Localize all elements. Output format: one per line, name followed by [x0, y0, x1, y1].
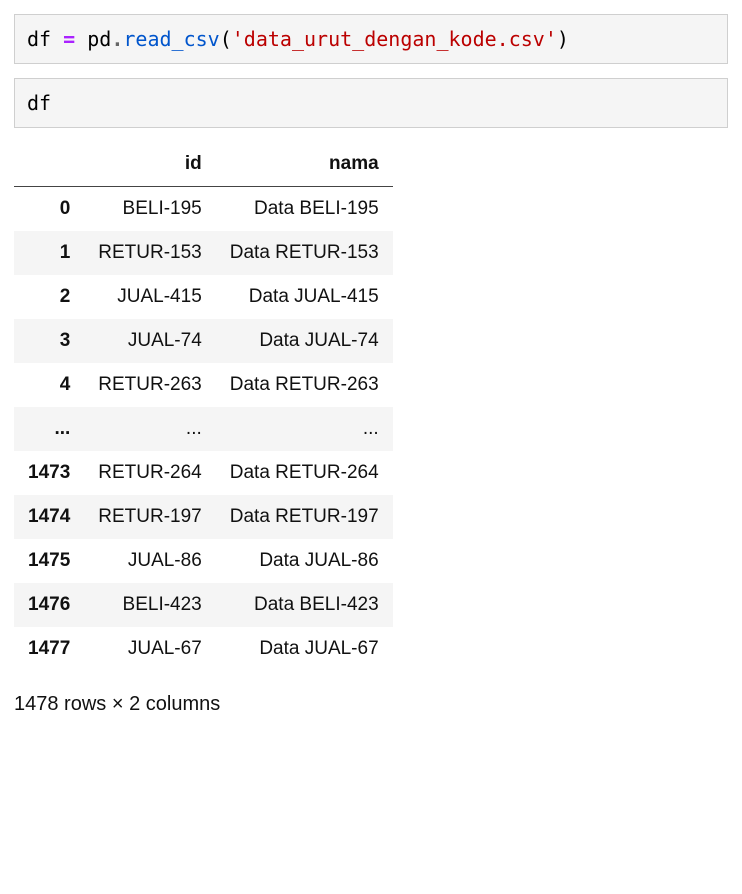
- code-token-space: [75, 27, 87, 51]
- cell-nama: Data JUAL-74: [216, 319, 393, 363]
- code-cell-1[interactable]: df = pd.read_csv('data_urut_dengan_kode.…: [14, 14, 728, 64]
- dataframe-table: id nama 0 BELI-195 Data BELI-195 1 RETUR…: [14, 142, 393, 671]
- cell-nama: Data JUAL-67: [216, 627, 393, 671]
- code-token-paren: (: [220, 27, 232, 51]
- column-header-index: [14, 142, 84, 187]
- code-token-function: read_csv: [123, 27, 219, 51]
- row-index: 1474: [14, 495, 84, 539]
- cell-nama: Data JUAL-415: [216, 275, 393, 319]
- code-token-module: pd: [87, 27, 111, 51]
- table-row: 1473 RETUR-264 Data RETUR-264: [14, 451, 393, 495]
- code-token-var: df: [27, 27, 51, 51]
- row-index: 4: [14, 363, 84, 407]
- row-index: ...: [14, 407, 84, 451]
- row-index: 1476: [14, 583, 84, 627]
- cell-id: BELI-195: [84, 187, 215, 232]
- cell-nama: ...: [216, 407, 393, 451]
- cell-id: JUAL-74: [84, 319, 215, 363]
- code-token-paren: ): [557, 27, 569, 51]
- cell-id: BELI-423: [84, 583, 215, 627]
- table-row: 4 RETUR-263 Data RETUR-263: [14, 363, 393, 407]
- table-row: 0 BELI-195 Data BELI-195: [14, 187, 393, 232]
- code-token-var: df: [27, 91, 51, 115]
- code-token-string: 'data_urut_dengan_kode.csv': [232, 27, 557, 51]
- table-row-ellipsis: ... ... ...: [14, 407, 393, 451]
- cell-nama: Data RETUR-263: [216, 363, 393, 407]
- row-index: 1473: [14, 451, 84, 495]
- row-index: 1477: [14, 627, 84, 671]
- code-cell-2[interactable]: df: [14, 78, 728, 128]
- cell-nama: Data BELI-195: [216, 187, 393, 232]
- code-token-operator: =: [63, 27, 75, 51]
- row-index: 2: [14, 275, 84, 319]
- cell-id: RETUR-263: [84, 363, 215, 407]
- table-row: 1476 BELI-423 Data BELI-423: [14, 583, 393, 627]
- table-row: 1477 JUAL-67 Data JUAL-67: [14, 627, 393, 671]
- cell-id: ...: [84, 407, 215, 451]
- dataframe-summary: 1478 rows × 2 columns: [14, 693, 728, 716]
- row-index: 0: [14, 187, 84, 232]
- cell-id: JUAL-415: [84, 275, 215, 319]
- table-row: 1474 RETUR-197 Data RETUR-197: [14, 495, 393, 539]
- cell-nama: Data RETUR-197: [216, 495, 393, 539]
- cell-nama: Data JUAL-86: [216, 539, 393, 583]
- cell-id: RETUR-153: [84, 231, 215, 275]
- cell-nama: Data RETUR-264: [216, 451, 393, 495]
- code-token-dot: .: [111, 27, 123, 51]
- table-row: 2 JUAL-415 Data JUAL-415: [14, 275, 393, 319]
- row-index: 3: [14, 319, 84, 363]
- column-header-id: id: [84, 142, 215, 187]
- column-header-nama: nama: [216, 142, 393, 187]
- cell-id: JUAL-67: [84, 627, 215, 671]
- table-row: 1475 JUAL-86 Data JUAL-86: [14, 539, 393, 583]
- row-index: 1: [14, 231, 84, 275]
- cell-id: JUAL-86: [84, 539, 215, 583]
- table-row: 3 JUAL-74 Data JUAL-74: [14, 319, 393, 363]
- row-index: 1475: [14, 539, 84, 583]
- cell-id: RETUR-197: [84, 495, 215, 539]
- code-token-space: [51, 27, 63, 51]
- dataframe-output: id nama 0 BELI-195 Data BELI-195 1 RETUR…: [14, 142, 728, 716]
- cell-id: RETUR-264: [84, 451, 215, 495]
- cell-nama: Data RETUR-153: [216, 231, 393, 275]
- table-row: 1 RETUR-153 Data RETUR-153: [14, 231, 393, 275]
- cell-nama: Data BELI-423: [216, 583, 393, 627]
